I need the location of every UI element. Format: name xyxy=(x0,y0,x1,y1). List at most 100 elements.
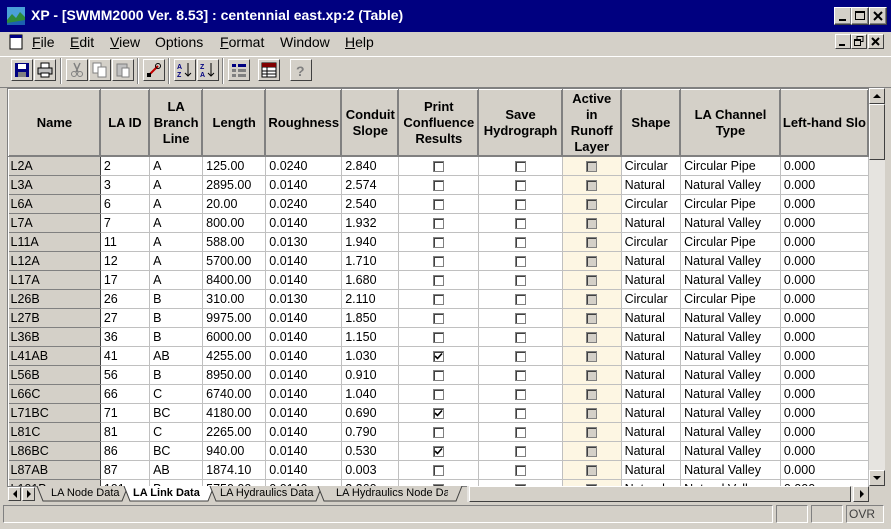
print-checkbox[interactable] xyxy=(433,351,445,363)
channel-cell[interactable]: Circular Pipe xyxy=(680,156,781,176)
table-row[interactable]: L27B 27 B 9975.00 0.0140 1.850 Natural Natural … xyxy=(8,308,869,328)
save-checkbox[interactable] xyxy=(515,351,527,363)
save-button[interactable] xyxy=(11,59,33,81)
save-checkbox[interactable] xyxy=(515,294,527,306)
column-header-length[interactable]: Length xyxy=(202,89,267,157)
shape-cell[interactable]: Circular xyxy=(621,232,682,252)
left-cell[interactable]: 0.000 xyxy=(780,365,869,385)
slope-cell[interactable]: 0.003 xyxy=(341,460,400,480)
print-checkbox[interactable] xyxy=(433,408,445,420)
id-cell[interactable]: 26 xyxy=(100,289,151,309)
length-cell[interactable]: 1874.10 xyxy=(202,460,267,480)
id-cell[interactable]: 6 xyxy=(100,194,151,214)
name-cell[interactable]: L6A xyxy=(8,194,101,214)
save-checkbox[interactable] xyxy=(515,199,527,211)
branch-cell[interactable]: C xyxy=(149,384,204,404)
id-cell[interactable]: 56 xyxy=(100,365,151,385)
left-cell[interactable]: 0.000 xyxy=(780,175,869,195)
document-icon[interactable] xyxy=(9,34,23,50)
table-row[interactable]: L66C 66 C 6740.00 0.0140 1.040 Natural Natural … xyxy=(8,384,869,404)
column-header-name[interactable]: Name xyxy=(8,89,101,157)
roughness-cell[interactable]: 0.0140 xyxy=(265,270,343,290)
shape-cell[interactable]: Natural xyxy=(621,251,682,271)
print-checkbox[interactable] xyxy=(433,237,445,249)
slope-cell[interactable]: 2.540 xyxy=(341,194,400,214)
print-checkbox[interactable] xyxy=(433,370,445,382)
cut-button[interactable] xyxy=(66,59,88,81)
shape-cell[interactable]: Natural xyxy=(621,365,682,385)
branch-cell[interactable]: A xyxy=(149,232,204,252)
left-cell[interactable]: 0.000 xyxy=(780,232,869,252)
print-checkbox[interactable] xyxy=(433,199,445,211)
column-header-la-branch-line[interactable]: LA Branch Line xyxy=(149,89,204,157)
channel-cell[interactable]: Natural Valley xyxy=(680,441,781,461)
id-cell[interactable]: 11 xyxy=(100,232,151,252)
branch-cell[interactable]: A xyxy=(149,251,204,271)
slope-cell[interactable]: 1.710 xyxy=(341,251,400,271)
id-cell[interactable]: 7 xyxy=(100,213,151,233)
sort-ascending-button[interactable]: AZ xyxy=(174,59,196,81)
channel-cell[interactable]: Natural Valley xyxy=(680,308,781,328)
save-checkbox[interactable] xyxy=(515,408,527,420)
save-checkbox[interactable] xyxy=(515,370,527,382)
roughness-cell[interactable]: 0.0240 xyxy=(265,194,343,214)
mdi-restore-button[interactable] xyxy=(851,34,867,49)
tab-scroll-left-button[interactable] xyxy=(8,487,21,501)
left-cell[interactable]: 0.000 xyxy=(780,403,869,423)
roughness-cell[interactable]: 0.0140 xyxy=(265,308,343,328)
shape-cell[interactable]: Circular xyxy=(621,156,682,176)
slope-cell[interactable]: 2.574 xyxy=(341,175,400,195)
tab-la-hydraulics-data[interactable]: LA Hydraulics Data xyxy=(220,486,314,502)
length-cell[interactable]: 2265.00 xyxy=(202,422,267,442)
slope-cell[interactable]: 0.790 xyxy=(341,422,400,442)
sort-descending-button[interactable]: ZA xyxy=(197,59,219,81)
left-cell[interactable]: 0.000 xyxy=(780,308,869,328)
slope-cell[interactable]: 1.150 xyxy=(341,327,400,347)
print-checkbox[interactable] xyxy=(433,256,445,268)
branch-cell[interactable]: B xyxy=(149,327,204,347)
name-cell[interactable]: L36B xyxy=(8,327,101,347)
branch-cell[interactable]: B xyxy=(149,289,204,309)
column-header-la-id[interactable]: LA ID xyxy=(99,89,151,157)
branch-cell[interactable]: B xyxy=(149,308,204,328)
length-cell[interactable]: 4180.00 xyxy=(202,403,267,423)
id-cell[interactable]: 41 xyxy=(100,346,151,366)
id-cell[interactable]: 86 xyxy=(100,441,151,461)
copy-button[interactable] xyxy=(89,59,111,81)
channel-cell[interactable]: Natural Valley xyxy=(680,365,781,385)
save-checkbox[interactable] xyxy=(515,446,527,458)
vertical-scroll-thumb[interactable] xyxy=(869,104,885,160)
save-checkbox[interactable] xyxy=(515,218,527,230)
slope-cell[interactable]: 1.932 xyxy=(341,213,400,233)
channel-cell[interactable]: Natural Valley xyxy=(680,213,781,233)
name-cell[interactable]: L41AB xyxy=(8,346,101,366)
name-cell[interactable]: L12A xyxy=(8,251,101,271)
name-cell[interactable]: L7A xyxy=(8,213,101,233)
maximize-button[interactable] xyxy=(851,7,869,25)
name-cell[interactable]: L87AB xyxy=(8,460,101,480)
paste-button[interactable] xyxy=(112,59,134,81)
shape-cell[interactable]: Natural xyxy=(621,308,682,328)
print-checkbox[interactable] xyxy=(433,218,445,230)
shape-cell[interactable]: Circular xyxy=(621,289,682,309)
menu-view[interactable]: View xyxy=(110,34,140,50)
print-checkbox[interactable] xyxy=(433,275,445,287)
roughness-cell[interactable]: 0.0140 xyxy=(265,441,343,461)
slope-cell[interactable]: 1.850 xyxy=(341,308,400,328)
save-checkbox[interactable] xyxy=(515,275,527,287)
roughness-cell[interactable]: 0.0140 xyxy=(265,384,343,404)
roughness-cell[interactable]: 0.0140 xyxy=(265,365,343,385)
slope-cell[interactable]: 0.910 xyxy=(341,365,400,385)
id-cell[interactable]: 66 xyxy=(100,384,151,404)
roughness-cell[interactable]: 0.0140 xyxy=(265,175,343,195)
table-view-button[interactable] xyxy=(258,59,280,81)
menu-help[interactable]: Help xyxy=(345,34,374,50)
save-checkbox[interactable] xyxy=(515,256,527,268)
id-cell[interactable]: 81 xyxy=(100,422,151,442)
table-row[interactable]: L81C 81 C 2265.00 0.0140 0.790 Natural Natural … xyxy=(8,422,869,442)
slope-cell[interactable]: 0.690 xyxy=(341,403,400,423)
branch-cell[interactable]: A xyxy=(149,270,204,290)
table-row[interactable]: L11A 11 A 588.00 0.0130 1.940 Circular Circular… xyxy=(8,232,869,252)
channel-cell[interactable]: Natural Valley xyxy=(680,403,781,423)
id-cell[interactable]: 2 xyxy=(100,156,151,176)
